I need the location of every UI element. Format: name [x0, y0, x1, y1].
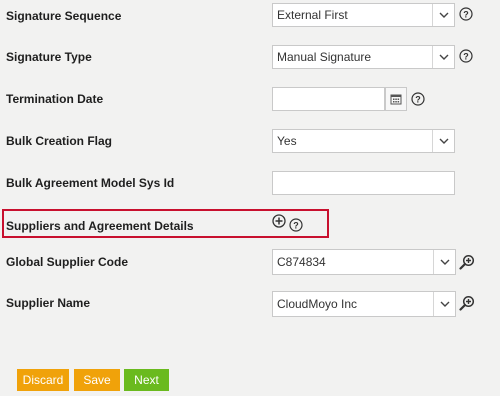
discard-button[interactable]: Discard — [17, 369, 69, 391]
svg-text:?: ? — [463, 52, 469, 62]
form-page: Signature Sequence External First ? Sign… — [0, 0, 500, 396]
signature-type-value: Manual Signature — [277, 50, 372, 64]
magnifier-plus-icon[interactable] — [459, 295, 475, 311]
svg-text:?: ? — [293, 221, 299, 231]
suppliers-section-label: Suppliers and Agreement Details — [6, 219, 194, 233]
termination-date-input[interactable] — [272, 87, 385, 111]
signature-sequence-label: Signature Sequence — [6, 9, 122, 23]
supplier-name-label: Supplier Name — [6, 296, 91, 310]
global-supplier-code-value: C874834 — [277, 255, 326, 269]
magnifier-plus-icon[interactable] — [459, 254, 475, 270]
question-circle-icon[interactable]: ? — [459, 49, 473, 63]
global-supplier-code-label: Global Supplier Code — [6, 255, 129, 269]
svg-text:?: ? — [415, 95, 421, 105]
question-circle-icon[interactable]: ? — [411, 92, 425, 106]
plus-circle-icon[interactable] — [272, 214, 286, 228]
signature-type-label: Signature Type — [6, 50, 92, 64]
chevron-down-icon[interactable] — [433, 292, 455, 316]
supplier-name-value: CloudMoyo Inc — [277, 297, 358, 311]
svg-text:?: ? — [463, 10, 469, 20]
chevron-down-icon[interactable] — [432, 4, 454, 26]
signature-sequence-select[interactable]: External First — [272, 3, 455, 27]
question-circle-icon[interactable]: ? — [459, 7, 473, 21]
termination-date-label: Termination Date — [6, 92, 104, 106]
signature-type-select[interactable]: Manual Signature — [272, 45, 455, 69]
supplier-name-select[interactable]: CloudMoyo Inc — [272, 291, 456, 317]
save-button[interactable]: Save — [74, 369, 120, 391]
bulk-creation-flag-label: Bulk Creation Flag — [6, 134, 113, 148]
chevron-down-icon[interactable] — [433, 250, 455, 274]
bulk-creation-flag-value: Yes — [277, 134, 297, 148]
chevron-down-icon[interactable] — [432, 46, 454, 68]
question-circle-icon[interactable]: ? — [289, 218, 303, 232]
next-button[interactable]: Next — [124, 369, 169, 391]
bulk-creation-flag-select[interactable]: Yes — [272, 129, 455, 153]
signature-sequence-value: External First — [277, 8, 348, 22]
calendar-icon[interactable] — [385, 87, 407, 111]
chevron-down-icon[interactable] — [432, 130, 454, 152]
bulk-agreement-model-input[interactable] — [272, 171, 455, 195]
global-supplier-code-select[interactable]: C874834 — [272, 249, 456, 275]
bulk-agreement-model-label: Bulk Agreement Model Sys Id — [6, 176, 175, 190]
